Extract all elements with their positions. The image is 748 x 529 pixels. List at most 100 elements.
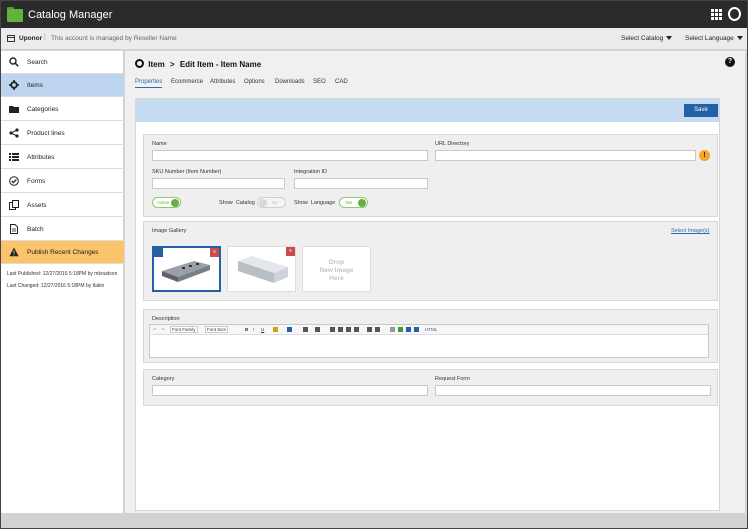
align-center-icon[interactable] (338, 327, 343, 332)
show-word: Show (219, 200, 233, 206)
folder-logo-icon (7, 7, 23, 22)
sidebar-item-label: Batch (27, 226, 44, 233)
description-editor[interactable]: ↶ ↷ Font Family Font Size B I U HTML (149, 324, 709, 358)
select-images-link[interactable]: Select Image(s) (671, 228, 710, 234)
name-input[interactable] (152, 150, 428, 161)
active-toggle[interactable]: Active (152, 197, 181, 208)
toggle-knob (171, 199, 179, 207)
select-catalog-dropdown[interactable]: Select Catalog (621, 35, 673, 42)
justify-icon[interactable] (354, 327, 359, 332)
sidebar-item-label: Categories (27, 106, 59, 113)
language-word: Language (310, 200, 336, 206)
text-color-icon[interactable] (287, 327, 292, 332)
sidebar-item-attributes[interactable]: Attributes (1, 146, 124, 169)
publish-recent-changes-button[interactable]: Publish Recent Changes (1, 241, 124, 264)
sidebar-item-items[interactable]: Items (1, 74, 124, 97)
url-directory-label: URL Directory (435, 141, 470, 147)
numbered-list-icon[interactable] (315, 327, 320, 332)
highlight-color-icon[interactable] (273, 327, 278, 332)
sidebar-item-batch[interactable]: Batch (1, 218, 124, 241)
bold-button[interactable]: B (245, 327, 248, 333)
name-label: Name (152, 141, 167, 147)
sidebar-item-label: Attributes (27, 154, 55, 161)
sidebar-item-label: Product lines (27, 130, 65, 137)
special-char-icon[interactable] (406, 327, 411, 332)
request-form-label: Request Form (435, 376, 470, 382)
active-toggle-label: Active (157, 200, 170, 205)
remove-image-button[interactable]: x (210, 248, 219, 257)
sidebar-item-categories[interactable]: Categories (1, 98, 124, 121)
chevron-down-icon (666, 36, 673, 40)
tab-ecommerce[interactable]: Ecommerce (171, 79, 203, 85)
account-note: This account is managed by Reseller Name (51, 35, 177, 42)
url-directory-input[interactable] (435, 150, 696, 161)
link-icon[interactable] (390, 327, 395, 332)
sidebar-item-search[interactable]: Search (1, 51, 124, 74)
bullet-list-icon[interactable] (303, 327, 308, 332)
category-input[interactable] (152, 385, 428, 396)
document-icon (10, 224, 18, 234)
breadcrumb: Item > Edit Item - Item Name (135, 59, 261, 69)
sidebar-item-label: Publish Recent Changes (27, 249, 99, 256)
tab-attributes[interactable]: Attributes (210, 79, 235, 85)
help-icon[interactable]: ? (725, 57, 735, 67)
image-icon[interactable] (398, 327, 403, 332)
gallery-image-1[interactable]: x (152, 246, 221, 292)
share-icon (9, 128, 19, 138)
sidebar-item-product-lines[interactable]: Product lines (1, 122, 124, 145)
show-catalog-label: Show Catalog (219, 200, 255, 206)
gear-icon (135, 59, 144, 68)
brand-icon[interactable] (728, 7, 741, 21)
redo-icon[interactable]: ↷ (161, 327, 165, 333)
image-drop-zone[interactable]: Drop New Image Here (302, 246, 371, 292)
copy-icon (9, 200, 19, 210)
tab-seo[interactable]: SEO (313, 79, 326, 85)
integration-id-label: Integration ID (294, 169, 328, 175)
tab-downloads[interactable]: Downloads (275, 79, 305, 85)
font-size-select[interactable]: Font Size (205, 326, 229, 333)
save-bar: Save (136, 99, 719, 122)
product-image-bracket (162, 261, 210, 282)
image-gallery-section: Image Gallery Select Image(s) x x Drop N… (143, 221, 718, 301)
tab-cad[interactable]: CAD (335, 79, 348, 85)
underline-button[interactable]: U (261, 327, 264, 333)
gallery-image-2[interactable]: x (227, 246, 296, 292)
account-icon (7, 35, 15, 42)
italic-button[interactable]: I (253, 327, 254, 333)
font-family-select[interactable]: Font Family (170, 326, 198, 333)
indent-icon[interactable] (375, 327, 380, 332)
sidebar-item-assets[interactable]: Assets (1, 194, 124, 217)
last-changed: Last Changed: 12/27/2016 5:18PM by tlaki… (7, 283, 105, 289)
last-published: Last Published: 12/27/2016 5:18PM by mkn… (7, 271, 118, 277)
request-form-input[interactable] (435, 385, 711, 396)
primary-image-icon (154, 248, 163, 257)
app-title: Catalog Manager (28, 9, 113, 21)
show-language-toggle[interactable]: Yes (339, 197, 368, 208)
undo-icon[interactable]: ↶ (153, 327, 157, 333)
sku-input[interactable] (152, 178, 285, 189)
apps-grid-icon[interactable] (711, 9, 722, 20)
warning-icon: ! (699, 150, 710, 161)
integration-id-input[interactable] (294, 178, 428, 189)
search-icon (9, 57, 19, 67)
breadcrumb-root[interactable]: Item (148, 60, 164, 69)
show-catalog-toggle[interactable]: No (257, 197, 286, 208)
html-button[interactable]: HTML (425, 327, 437, 333)
align-left-icon[interactable] (330, 327, 335, 332)
product-image-rail (238, 256, 288, 283)
image-gallery-label: Image Gallery (152, 228, 187, 234)
bottom-bar (1, 513, 747, 528)
align-right-icon[interactable] (346, 327, 351, 332)
account-name[interactable]: Uponor (19, 35, 42, 42)
tab-properties[interactable]: Properties (135, 79, 163, 88)
anchor-icon[interactable] (414, 327, 419, 332)
outdent-icon[interactable] (367, 327, 372, 332)
tab-options[interactable]: Options (244, 79, 265, 85)
list-icon (9, 153, 19, 161)
properties-section: Name URL Directory ! SKU Number (Item Nu… (143, 134, 718, 217)
catalog-toggle-label: No (272, 200, 278, 205)
sidebar-item-label: Forms (27, 178, 46, 185)
select-language-dropdown[interactable]: Select Language (685, 35, 743, 42)
save-button[interactable]: Save (684, 104, 718, 117)
sidebar-item-forms[interactable]: Forms (1, 170, 124, 193)
